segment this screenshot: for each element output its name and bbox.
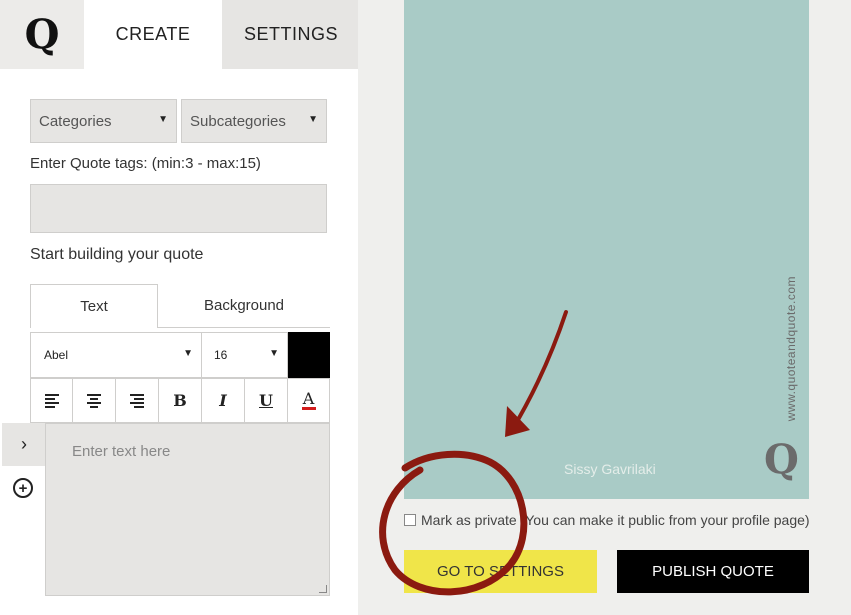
font-family-select[interactable]: Abel ▼	[30, 332, 202, 378]
quote-preview-canvas: Sissy Gavrilaki www.quoteandquote.com Q	[404, 0, 809, 499]
private-label: Mark as private (You can make it public …	[421, 512, 810, 528]
tags-label: Enter Quote tags: (min:3 - max:15)	[30, 155, 261, 172]
resize-grip-icon[interactable]	[319, 585, 327, 593]
left-panel: Q CREATE SETTINGS Categories ▼ Subcatego…	[0, 0, 360, 615]
categories-select-label: Categories	[39, 112, 112, 130]
italic-icon: I	[219, 391, 227, 410]
caret-down-icon: ▼	[269, 348, 279, 359]
italic-button[interactable]: I	[202, 378, 245, 423]
align-right-button[interactable]	[116, 378, 159, 423]
align-right-icon	[130, 393, 144, 408]
tab-settings[interactable]: SETTINGS	[222, 0, 360, 69]
bold-button[interactable]: B	[159, 378, 202, 423]
add-text-button[interactable]: +	[13, 478, 33, 498]
underline-button[interactable]: U	[245, 378, 288, 423]
align-center-icon	[87, 393, 101, 408]
logo-letter: Q	[24, 11, 60, 58]
align-center-button[interactable]	[73, 378, 116, 423]
go-to-settings-button[interactable]: GO TO SETTINGS	[404, 550, 597, 593]
text-color-swatch[interactable]	[288, 332, 330, 378]
tab-create[interactable]: CREATE	[84, 0, 222, 69]
bold-icon: B	[173, 391, 187, 410]
font-size-select[interactable]: 16 ▼	[202, 332, 288, 378]
align-left-button[interactable]	[30, 378, 73, 423]
text-color-icon: A	[302, 388, 315, 408]
publish-quote-button[interactable]: PUBLISH QUOTE	[617, 550, 809, 593]
site-watermark: www.quoteandquote.com	[784, 276, 798, 422]
font-family-value: Abel	[44, 348, 69, 362]
private-option[interactable]: Mark as private (You can make it public …	[404, 512, 810, 528]
align-left-icon	[44, 393, 59, 408]
caret-down-icon: ▼	[183, 348, 193, 359]
private-checkbox[interactable]	[404, 514, 416, 526]
chevron-right-icon: ›	[21, 434, 27, 454]
watermark-logo: Q	[764, 436, 799, 483]
tab-background[interactable]: Background	[158, 284, 330, 328]
categories-select[interactable]: Categories ▼	[30, 99, 177, 143]
font-toolbar: Abel ▼ 16 ▼	[30, 332, 330, 378]
build-quote-label: Start building your quote	[30, 246, 204, 263]
logo[interactable]: Q	[0, 0, 84, 69]
side-toggle-button[interactable]: ›	[2, 423, 46, 466]
quote-text-area[interactable]: Enter text here	[45, 423, 330, 596]
subcategories-select[interactable]: Subcategories ▼	[181, 99, 327, 143]
tab-text[interactable]: Text	[30, 284, 158, 328]
tags-input[interactable]	[30, 184, 327, 233]
subcategories-select-label: Subcategories	[190, 112, 286, 130]
plus-icon: +	[18, 479, 28, 497]
text-placeholder: Enter text here	[72, 443, 171, 460]
format-toolbar: B I U A	[30, 378, 330, 423]
text-color-button[interactable]: A	[288, 378, 330, 423]
underline-icon: U	[259, 391, 273, 410]
caret-down-icon: ▼	[308, 114, 318, 125]
color-underline	[301, 406, 316, 410]
author-name: Sissy Gavrilaki	[564, 461, 656, 477]
font-size-value: 16	[214, 348, 228, 362]
caret-down-icon: ▼	[158, 114, 168, 125]
